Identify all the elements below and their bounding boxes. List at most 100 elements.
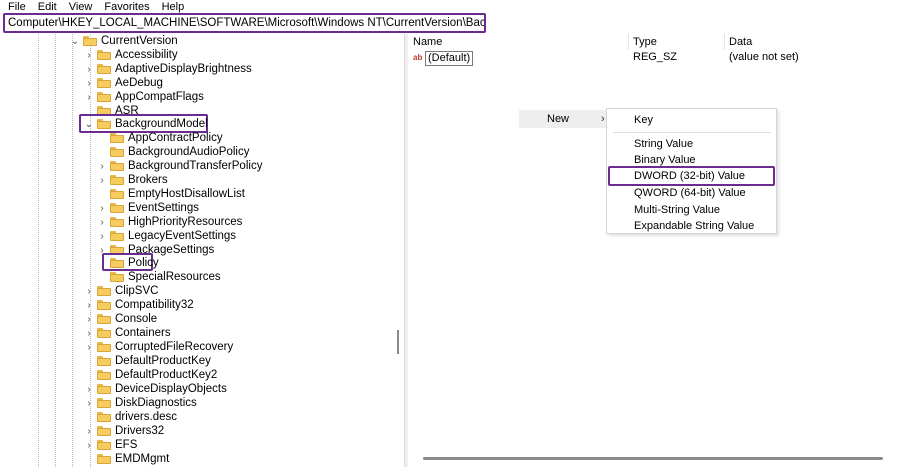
column-separator[interactable] bbox=[628, 34, 629, 50]
menu-favorites[interactable]: Favorites bbox=[104, 1, 149, 13]
tree-node[interactable]: › Brokers bbox=[97, 173, 167, 187]
tree-node-backgroundmodel[interactable]: ⌄ BackgroundModel bbox=[84, 117, 208, 131]
column-header-type[interactable]: Type bbox=[633, 36, 657, 48]
tree-node[interactable]: › Accessibility bbox=[84, 48, 177, 62]
tree-node[interactable]: BackgroundAudioPolicy bbox=[97, 145, 249, 159]
folder-icon bbox=[97, 92, 111, 102]
chevron-down-icon[interactable]: ⌄ bbox=[84, 119, 94, 130]
folder-icon bbox=[110, 133, 124, 143]
folder-icon bbox=[97, 342, 111, 352]
chevron-right-icon: › bbox=[601, 113, 605, 125]
tree-node-currentversion[interactable]: ⌄ CurrentVersion bbox=[70, 34, 178, 48]
folder-icon bbox=[110, 175, 124, 185]
horizontal-scrollbar-thumb[interactable] bbox=[423, 457, 883, 460]
tree-node[interactable]: EmptyHostDisallowList bbox=[97, 187, 245, 201]
folder-icon bbox=[97, 426, 111, 436]
folder-icon bbox=[110, 203, 124, 213]
menu-help[interactable]: Help bbox=[162, 1, 185, 13]
new-label: New bbox=[547, 113, 570, 125]
tree-node[interactable]: › AeDebug bbox=[84, 76, 163, 90]
chevron-right-icon[interactable]: › bbox=[84, 314, 94, 325]
tree-node[interactable]: › DeviceDisplayObjects bbox=[84, 382, 227, 396]
chevron-right-icon[interactable]: › bbox=[84, 92, 94, 103]
folder-icon bbox=[97, 286, 111, 296]
tree-node[interactable]: › Console bbox=[84, 312, 157, 326]
address-text: Computer\HKEY_LOCAL_MACHINE\SOFTWARE\Mic… bbox=[8, 17, 486, 29]
tree-node[interactable]: › CorruptedFileRecovery bbox=[84, 340, 233, 354]
tree-node[interactable]: › Containers bbox=[84, 326, 170, 340]
tree-node-policy[interactable]: Policy bbox=[97, 256, 159, 270]
tree-node[interactable]: › Drivers32 bbox=[84, 424, 164, 438]
folder-icon bbox=[110, 147, 124, 157]
menu-item-qword-value[interactable]: QWORD (64-bit) Value bbox=[634, 187, 746, 199]
folder-icon bbox=[97, 370, 111, 380]
folder-icon bbox=[97, 356, 111, 366]
tree-guide-line bbox=[55, 34, 56, 467]
tree-node[interactable]: › LegacyEventSettings bbox=[97, 229, 236, 243]
chevron-right-icon[interactable]: › bbox=[84, 78, 94, 89]
folder-icon bbox=[97, 300, 111, 310]
tree-node[interactable]: › BackgroundTransferPolicy bbox=[97, 159, 262, 173]
value-name: (Default) bbox=[425, 51, 474, 66]
chevron-right-icon[interactable]: › bbox=[97, 231, 107, 242]
chevron-right-icon[interactable]: › bbox=[84, 286, 94, 297]
column-separator[interactable] bbox=[724, 34, 725, 50]
tree-scrollbar-thumb[interactable] bbox=[397, 330, 399, 354]
menu-item-expandable-string-value[interactable]: Expandable String Value bbox=[634, 220, 754, 232]
tree-node[interactable]: drivers.desc bbox=[84, 410, 177, 424]
tree-guide-line bbox=[72, 34, 73, 467]
new-submenu: Key String Value Binary Value DWORD (32-… bbox=[606, 108, 777, 234]
tree-node[interactable]: DefaultProductKey bbox=[84, 354, 211, 368]
menu-view[interactable]: View bbox=[69, 1, 93, 13]
tree-node[interactable]: › EventSettings bbox=[97, 201, 199, 215]
tree-node[interactable]: DefaultProductKey2 bbox=[84, 368, 217, 382]
values-pane: Name Type Data ab (Default) REG_SZ (valu… bbox=[408, 34, 900, 467]
chevron-right-icon[interactable]: › bbox=[84, 398, 94, 409]
folder-icon bbox=[97, 64, 111, 74]
tree-node[interactable]: EMDMgmt bbox=[84, 452, 169, 466]
menu-edit[interactable]: Edit bbox=[38, 1, 57, 13]
menu-item-key[interactable]: Key bbox=[634, 114, 653, 126]
chevron-right-icon[interactable]: › bbox=[97, 203, 107, 214]
column-header-name[interactable]: Name bbox=[413, 36, 442, 48]
chevron-right-icon[interactable]: › bbox=[84, 426, 94, 437]
tree-node[interactable]: › AppCompatFlags bbox=[84, 90, 204, 104]
chevron-right-icon[interactable]: › bbox=[84, 328, 94, 339]
chevron-right-icon[interactable]: › bbox=[84, 50, 94, 61]
tree-node[interactable]: › AdaptiveDisplayBrightness bbox=[84, 62, 251, 76]
chevron-right-icon[interactable]: › bbox=[84, 64, 94, 75]
tree-node[interactable]: › DiskDiagnostics bbox=[84, 396, 196, 410]
tree-node[interactable]: › EFS bbox=[84, 438, 137, 452]
chevron-right-icon[interactable]: › bbox=[97, 217, 107, 228]
chevron-right-icon[interactable]: › bbox=[84, 300, 94, 311]
folder-icon bbox=[110, 231, 124, 241]
registry-tree: ⌄ CurrentVersion › Accessibility › Adapt… bbox=[0, 34, 404, 467]
tree-node[interactable]: › Compatibility32 bbox=[84, 298, 193, 312]
folder-icon bbox=[110, 161, 124, 171]
table-row[interactable]: ab (Default) REG_SZ (value not set) bbox=[408, 51, 900, 66]
context-menu-new[interactable]: New › bbox=[519, 110, 608, 128]
menu-file[interactable]: File bbox=[8, 1, 26, 13]
tree-node[interactable]: › ClipSVC bbox=[84, 284, 158, 298]
tree-node[interactable]: › HighPriorityResources bbox=[97, 215, 242, 229]
menu-item-multi-string-value[interactable]: Multi-String Value bbox=[634, 204, 720, 216]
menu-item-binary-value[interactable]: Binary Value bbox=[634, 154, 696, 166]
column-header-data[interactable]: Data bbox=[729, 36, 752, 48]
address-bar[interactable]: Computer\HKEY_LOCAL_MACHINE\SOFTWARE\Mic… bbox=[3, 13, 486, 33]
folder-open-icon bbox=[97, 119, 111, 129]
chevron-right-icon[interactable]: › bbox=[97, 161, 107, 172]
chevron-right-icon[interactable]: › bbox=[84, 440, 94, 451]
folder-icon bbox=[97, 454, 111, 464]
chevron-right-icon[interactable]: › bbox=[84, 342, 94, 353]
tree-node[interactable]: AppContractPolicy bbox=[97, 131, 223, 145]
tree-guide-line bbox=[38, 34, 39, 467]
folder-icon bbox=[97, 398, 111, 408]
chevron-right-icon[interactable]: › bbox=[84, 384, 94, 395]
folder-icon bbox=[110, 258, 124, 268]
menu-item-dword-value[interactable]: DWORD (32-bit) Value bbox=[634, 170, 745, 182]
menu-item-string-value[interactable]: String Value bbox=[634, 138, 693, 150]
chevron-right-icon[interactable]: › bbox=[97, 175, 107, 186]
folder-icon bbox=[97, 78, 111, 88]
tree-node[interactable]: SpecialResources bbox=[97, 270, 221, 284]
chevron-down-icon[interactable]: ⌄ bbox=[70, 36, 80, 47]
